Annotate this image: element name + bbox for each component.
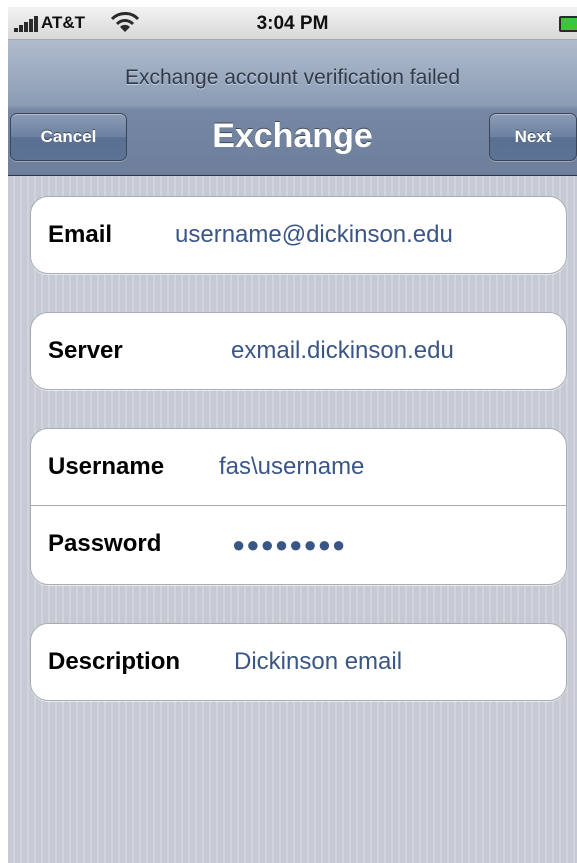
description-field[interactable]: Dickinson email <box>234 648 402 676</box>
navigation-bar: Exchange account verification failed Can… <box>8 40 577 176</box>
username-label: Username <box>48 453 165 480</box>
server-field[interactable]: exmail.dickinson.edu <box>231 337 454 365</box>
credentials-group: Username fas\username Password ●●●●●●●● <box>30 428 567 585</box>
status-bar: AT&T 3:04 PM <box>8 7 577 40</box>
email-row[interactable]: Email username@dickinson.edu <box>31 197 566 273</box>
description-label: Description <box>48 648 181 675</box>
status-time: 3:04 PM <box>256 13 329 34</box>
password-row[interactable]: Password ●●●●●●●● <box>31 505 566 582</box>
username-field[interactable]: fas\username <box>219 453 364 481</box>
phone-screen: AT&T 3:04 PM Exchange account verificati… <box>8 7 577 863</box>
description-row[interactable]: Description Dickinson email <box>31 624 566 700</box>
username-row[interactable]: Username fas\username <box>31 429 566 505</box>
email-label: Email <box>48 221 113 248</box>
next-button[interactable]: Next <box>489 113 577 161</box>
email-field[interactable]: username@dickinson.edu <box>175 221 453 249</box>
server-row[interactable]: Server exmail.dickinson.edu <box>31 313 566 389</box>
password-label: Password <box>48 530 162 557</box>
password-field[interactable]: ●●●●●●●● <box>232 532 346 558</box>
server-group: Server exmail.dickinson.edu <box>30 312 567 390</box>
battery-icon <box>559 16 577 32</box>
nav-prompt: Exchange account verification failed <box>124 66 461 89</box>
server-label: Server <box>48 337 123 364</box>
description-group: Description Dickinson email <box>30 623 567 701</box>
email-group: Email username@dickinson.edu <box>30 196 567 274</box>
